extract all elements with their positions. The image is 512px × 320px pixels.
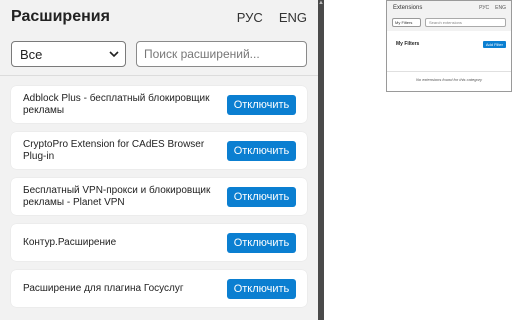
extension-name: Контур.Расширение <box>23 236 117 248</box>
extension-card: Adblock Plus - бесплатный блокировщик ре… <box>11 86 307 123</box>
extension-name: Расширение для плагина Госуслуг <box>23 282 184 294</box>
extension-card: CryptoPro Extension for CAdES Browser Pl… <box>11 132 307 169</box>
thumbnail-language-switcher: РУС ENG <box>479 5 506 11</box>
popup-title: Расширения <box>11 8 110 25</box>
scroll-up-icon[interactable]: ▲ <box>318 0 324 7</box>
thumbnail-title: Extensions <box>393 5 423 11</box>
disable-button[interactable]: Отключить <box>227 232 296 253</box>
thumbnail-search-input: Search extensions <box>425 18 506 27</box>
search-input[interactable] <box>136 41 307 67</box>
thumbnail-filters-row: My Filters Add Filter <box>387 31 511 51</box>
lang-ru-button[interactable]: РУС <box>237 10 263 25</box>
category-select-value: Все <box>20 46 43 62</box>
extension-card: Бесплатный VPN-прокси и блокировщик рекл… <box>11 178 307 215</box>
extension-card: Расширение для плагина Госуслуг Отключит… <box>11 270 307 307</box>
popup-header: Расширения РУС ENG <box>0 0 318 34</box>
extensions-popup: Расширения РУС ENG Все Adblock Plus - бе… <box>0 0 318 320</box>
category-select[interactable]: Все <box>11 41 126 67</box>
disable-button[interactable]: Отключить <box>227 278 296 299</box>
extension-card: Контур.Расширение Отключить <box>11 224 307 261</box>
language-switcher: РУС ENG <box>237 10 307 25</box>
thumbnail-lang-en: ENG <box>495 5 506 11</box>
thumbnail-preview: Extensions РУС ENG My Filters Search ext… <box>386 0 512 92</box>
extension-name: Adblock Plus - бесплатный блокировщик ре… <box>23 92 210 116</box>
extension-name: Бесплатный VPN-прокси и блокировщик рекл… <box>23 184 211 208</box>
thumbnail-header: Extensions РУС ENG <box>387 1 511 15</box>
lang-en-button[interactable]: ENG <box>279 10 307 25</box>
extension-list: Adblock Plus - бесплатный блокировщик ре… <box>0 76 318 307</box>
disable-button[interactable]: Отключить <box>227 186 296 207</box>
thumbnail-empty-message: No extensions found for this category <box>415 77 483 82</box>
thumbnail-controls: My Filters Search extensions <box>387 15 511 31</box>
thumbnail-category-select: My Filters <box>392 18 421 27</box>
chevron-down-icon <box>109 51 119 58</box>
disable-button[interactable]: Отключить <box>227 94 296 115</box>
scrollbar[interactable] <box>318 0 324 320</box>
popup-controls: Все <box>0 34 318 76</box>
disable-button[interactable]: Отключить <box>227 140 296 161</box>
thumbnail-filters-label: My Filters <box>396 41 420 47</box>
extension-name: CryptoPro Extension for CAdES Browser Pl… <box>23 138 205 162</box>
thumbnail-lang-ru: РУС <box>479 5 490 11</box>
thumbnail-add-filter-button: Add Filter <box>482 40 506 48</box>
